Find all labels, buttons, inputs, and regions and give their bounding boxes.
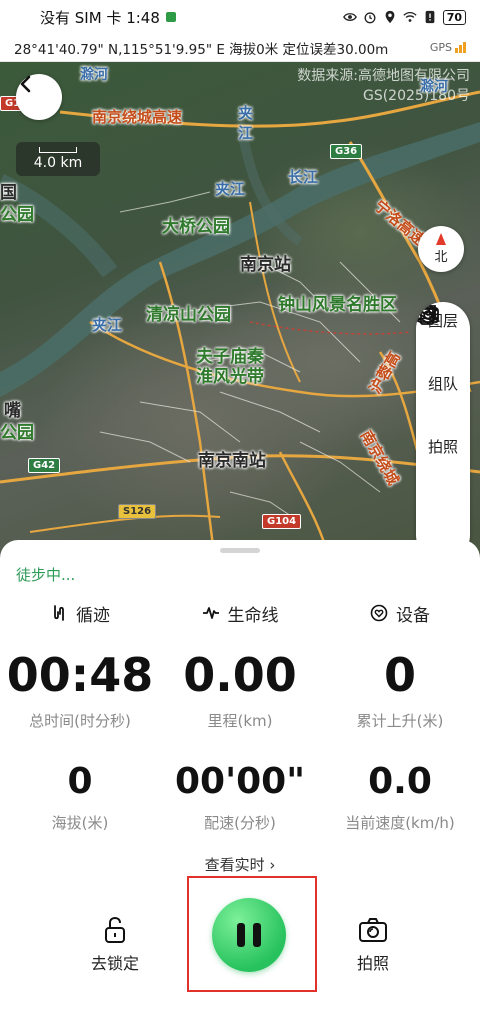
stat-total-time: 00:48 总时间(时分秒) [0,652,160,731]
stats-row-primary: 00:48 总时间(时分秒) 0.00 里程(km) 0 累计上升(米) [0,652,480,731]
gps-label: GPS [429,41,452,54]
battery-indicator: 70 [442,9,466,25]
compass-label: 北 [434,250,448,265]
tab-lifeline[interactable]: 生命线 [160,598,320,628]
back-button[interactable] [16,74,62,120]
wifi-icon [403,11,417,22]
compass-north-icon [436,233,446,245]
scale-bar [39,147,77,153]
map-label-left-edge-2: 公园 [0,205,34,225]
map-label-nanjing-south: 南京南站 [198,451,266,471]
activity-sheet: 徒步中... 循迹 生命线 设备 00:48 总时间(时分秒) 0.00 里程(… [0,540,480,1027]
feature-tabs: 循迹 生命线 设备 [0,598,480,628]
stat-value: 0.0 [368,761,432,802]
stat-label: 总时间(时分秒) [29,712,131,730]
track-icon [54,605,64,621]
map-photo-button[interactable]: 拍照 [417,304,458,499]
map-label-nanjing-station: 南京站 [240,255,291,275]
compass-button[interactable]: 北 [418,226,464,272]
stat-pace: 00'00" 配速(分秒) [160,764,320,833]
map-label-jiajiang-4: 夹江 [92,316,123,334]
pause-button[interactable] [212,898,286,972]
carrier-time: 没有 SIM 卡 1:48 [40,8,160,27]
map-label-jiajiang-2: 江 [238,124,254,142]
activity-status: 徒步中... [16,566,76,584]
map-tools: 图层 组队 拍照 [416,302,470,562]
stat-label: 当前速度(km/h) [345,814,455,832]
status-bar: 没有 SIM 卡 1:48 70 [0,0,480,34]
warning-icon [425,10,435,24]
coordinates-text: 28°41'40.79" N,115°51'9.95" E 海拔0米 定位误差3… [14,41,389,58]
map-label-river-right: 滁河 [420,79,448,95]
camera-icon [359,918,387,942]
stat-speed: 0.0 当前速度(km/h) [320,764,480,833]
pause-icon [253,923,261,947]
device-heart-icon [370,604,388,622]
alarm-icon [364,12,376,24]
map-label-changjiang: 长江 [288,168,319,186]
tab-device[interactable]: 设备 [320,598,480,628]
road-shield-g36: G36 [330,144,363,159]
road-shield-g104: G104 [262,514,302,529]
view-realtime-link[interactable]: 查看实时 › [0,854,480,875]
action-bar: 去锁定 拍照 [0,876,480,1006]
stat-distance: 0.00 里程(km) [160,652,320,731]
stat-altitude: 0 海拔(米) [0,764,160,833]
gps-signal-icon [455,42,466,53]
map-view[interactable]: 数据来源:高德地图有限公司 GS(2025)180号 南京绕城高速 滁河 滁河 … [0,62,480,562]
app-notification-icon [165,12,176,22]
pulse-icon [202,607,219,619]
map-label-jiajiang-1: 夹 [238,104,254,122]
road-shield-g42: G42 [28,458,61,473]
map-label-fuzimiao-2: 淮风光带 [196,367,264,387]
stat-ascent: 0 累计上升(米) [320,652,480,731]
map-label-zhongshan-scenic: 钟山风景名胜区 [278,295,397,315]
eye-icon [342,13,357,21]
sheet-grabber[interactable] [220,548,260,553]
gps-status: GPS [430,41,466,54]
map-label-qingliangshan-park: 清凉山公园 [146,305,231,325]
pause-icon [237,923,245,947]
stat-value: 00:48 [6,648,154,702]
map-label-daqiao-park: 大桥公园 [162,217,230,237]
map-label-jiajiang-3: 夹江 [215,180,246,198]
stat-value: 0 [383,648,416,702]
road-shield-s126: S126 [118,504,157,519]
unlock-icon [105,916,125,943]
stat-label: 里程(km) [207,712,273,730]
stats-row-secondary: 0 海拔(米) 00'00" 配速(分秒) 0.0 当前速度(km/h) [0,764,480,833]
chevron-left-icon [20,75,31,93]
photo-button[interactable]: 拍照 [338,916,408,974]
stat-value: 0.00 [183,648,297,702]
map-label-river-left: 滁河 [80,67,108,83]
stat-label: 累计上升(米) [356,712,444,730]
location-info-bar: 28°41'40.79" N,115°51'9.95" E 海拔0米 定位误差3… [0,34,480,62]
team-button[interactable]: 组队 [417,305,458,436]
tab-track[interactable]: 循迹 [0,598,160,628]
stat-label: 配速(分秒) [204,814,276,832]
location-pin-icon [385,10,395,24]
stat-value: 0 [67,761,93,802]
stat-value: 00'00" [175,761,305,802]
stat-label: 海拔(米) [51,814,109,832]
map-label-left-edge-4: 公园 [0,423,34,443]
lock-button[interactable]: 去锁定 [80,916,150,974]
map-scale: 4.0 km [16,142,100,176]
copy-icon [420,305,436,325]
scale-label: 4.0 km [33,155,83,171]
map-label-expressway-rao: 南京绕城高速 [92,108,183,126]
